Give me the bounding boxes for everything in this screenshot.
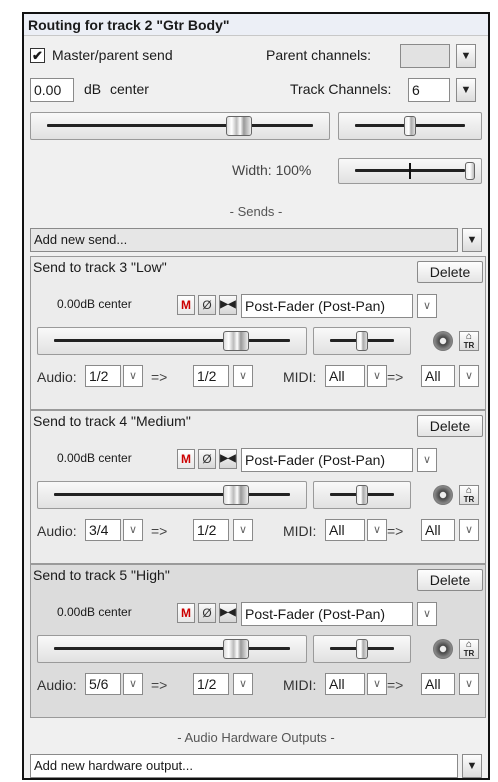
mono-icon[interactable]: ▶◀ <box>219 449 237 469</box>
midi-arrow: => <box>387 523 404 539</box>
send-volume-readout: 0.00dB center <box>57 297 132 311</box>
chevron-down-icon[interactable]: ∨ <box>367 673 387 695</box>
chevron-down-icon[interactable]: ∨ <box>459 365 479 387</box>
midi-source-select[interactable]: All <box>325 673 365 695</box>
mono-icon[interactable]: ▶◀ <box>219 603 237 623</box>
add-send-select[interactable]: Add new send... <box>30 228 458 252</box>
chevron-down-icon[interactable]: ∨ <box>417 294 437 318</box>
window-title: Routing for track 2 "Gtr Body" <box>24 14 488 36</box>
delete-send-button[interactable]: Delete <box>417 261 483 283</box>
master-pan-slider[interactable] <box>338 112 482 140</box>
audio-dest-select[interactable]: 1/2 <box>193 365 229 387</box>
send-block: Send to track 3 "Low" Delete 0.00dB cent… <box>30 256 486 410</box>
pan-law-knob-icon[interactable] <box>433 331 453 351</box>
audio-source-select[interactable]: 5/6 <box>85 673 121 695</box>
midi-label: MIDI: <box>283 677 317 693</box>
audio-dest-select[interactable]: 1/2 <box>193 673 229 695</box>
master-send-checkbox[interactable]: ✔ <box>30 48 45 63</box>
chevron-down-icon[interactable]: ∨ <box>367 519 387 541</box>
master-volume-input[interactable]: 0.00 <box>30 78 74 102</box>
chevron-down-icon[interactable]: ▼ <box>462 754 482 778</box>
audio-dest-select[interactable]: 1/2 <box>193 519 229 541</box>
mute-icon[interactable]: M <box>177 449 195 469</box>
chevron-down-icon[interactable]: ∨ <box>123 519 143 541</box>
audio-arrow: => <box>151 523 168 539</box>
midi-source-select[interactable]: All <box>325 519 365 541</box>
send-title: Send to track 3 "Low" <box>33 259 167 275</box>
master-width-slider[interactable] <box>338 158 482 184</box>
chevron-down-icon[interactable]: ▼ <box>456 44 476 68</box>
audio-label: Audio: <box>37 523 77 539</box>
parent-channels-label: Parent channels: <box>266 47 372 63</box>
pan-law-knob-icon[interactable] <box>433 485 453 505</box>
trim-icon[interactable]: ⌂ TR <box>459 639 479 659</box>
delete-send-button[interactable]: Delete <box>417 569 483 591</box>
send-mode-select[interactable]: Post-Fader (Post-Pan) <box>241 602 413 626</box>
midi-source-select[interactable]: All <box>325 365 365 387</box>
mono-icon[interactable]: ▶◀ <box>219 295 237 315</box>
add-hardware-output-select[interactable]: Add new hardware output... <box>30 754 458 778</box>
send-pan-slider[interactable] <box>313 481 411 509</box>
send-mode-select[interactable]: Post-Fader (Post-Pan) <box>241 448 413 472</box>
master-volume-slider[interactable] <box>30 112 330 140</box>
send-block: Send to track 4 "Medium" Delete 0.00dB c… <box>30 410 486 564</box>
send-title: Send to track 4 "Medium" <box>33 413 191 429</box>
send-title: Send to track 5 "High" <box>33 567 170 583</box>
trim-icon[interactable]: ⌂ TR <box>459 331 479 351</box>
send-volume-slider[interactable] <box>37 481 307 509</box>
audio-arrow: => <box>151 369 168 385</box>
chevron-down-icon[interactable]: ∨ <box>233 365 253 387</box>
audio-source-select[interactable]: 3/4 <box>85 519 121 541</box>
trim-icon[interactable]: ⌂ TR <box>459 485 479 505</box>
audio-label: Audio: <box>37 369 77 385</box>
width-label: Width: 100% <box>232 162 312 178</box>
chevron-down-icon[interactable]: ∨ <box>367 365 387 387</box>
volume-unit-label: dB <box>84 81 102 97</box>
delete-send-button[interactable]: Delete <box>417 415 483 437</box>
midi-label: MIDI: <box>283 523 317 539</box>
chevron-down-icon[interactable]: ∨ <box>123 673 143 695</box>
routing-window: Routing for track 2 "Gtr Body" ✔ Master/… <box>22 12 490 780</box>
check-icon: ✔ <box>32 48 43 63</box>
send-volume-readout: 0.00dB center <box>57 605 132 619</box>
pan-law-knob-icon[interactable] <box>433 639 453 659</box>
send-volume-slider[interactable] <box>37 327 307 355</box>
master-send-label: Master/parent send <box>52 47 173 63</box>
parent-channels-select[interactable] <box>400 44 450 68</box>
chevron-down-icon[interactable]: ∨ <box>233 519 253 541</box>
phase-invert-icon[interactable]: Ø <box>198 449 216 469</box>
hardware-outputs-header: - Audio Hardware Outputs - <box>177 730 335 745</box>
midi-dest-select[interactable]: All <box>421 673 455 695</box>
chevron-down-icon[interactable]: ∨ <box>459 673 479 695</box>
chevron-down-icon[interactable]: ▼ <box>462 228 482 252</box>
phase-invert-icon[interactable]: Ø <box>198 295 216 315</box>
mute-icon[interactable]: M <box>177 603 195 623</box>
pan-label: center <box>110 81 149 97</box>
phase-invert-icon[interactable]: Ø <box>198 603 216 623</box>
sends-header: - Sends - <box>229 204 283 219</box>
send-volume-readout: 0.00dB center <box>57 451 132 465</box>
track-channels-select[interactable]: 6 <box>408 78 450 102</box>
chevron-down-icon[interactable]: ▼ <box>456 78 476 102</box>
audio-arrow: => <box>151 677 168 693</box>
audio-source-select[interactable]: 1/2 <box>85 365 121 387</box>
midi-dest-select[interactable]: All <box>421 365 455 387</box>
send-volume-slider[interactable] <box>37 635 307 663</box>
chevron-down-icon[interactable]: ∨ <box>417 448 437 472</box>
send-pan-slider[interactable] <box>313 635 411 663</box>
midi-label: MIDI: <box>283 369 317 385</box>
chevron-down-icon[interactable]: ∨ <box>459 519 479 541</box>
midi-arrow: => <box>387 677 404 693</box>
audio-label: Audio: <box>37 677 77 693</box>
send-pan-slider[interactable] <box>313 327 411 355</box>
send-mode-select[interactable]: Post-Fader (Post-Pan) <box>241 294 413 318</box>
chevron-down-icon[interactable]: ∨ <box>417 602 437 626</box>
chevron-down-icon[interactable]: ∨ <box>123 365 143 387</box>
midi-dest-select[interactable]: All <box>421 519 455 541</box>
mute-icon[interactable]: M <box>177 295 195 315</box>
midi-arrow: => <box>387 369 404 385</box>
track-channels-label: Track Channels: <box>290 81 392 97</box>
send-block: Send to track 5 "High" Delete 0.00dB cen… <box>30 564 486 718</box>
chevron-down-icon[interactable]: ∨ <box>233 673 253 695</box>
